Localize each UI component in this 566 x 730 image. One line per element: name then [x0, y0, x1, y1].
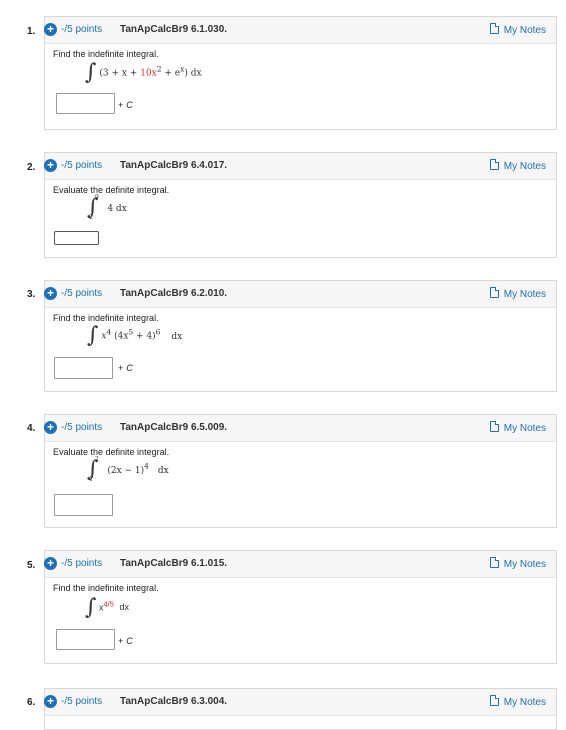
integral-limits: ∫ 9 2 — [87, 194, 99, 221]
integrand-c-exp: 6 — [155, 327, 161, 337]
notes-icon — [489, 23, 499, 34]
my-notes-button[interactable]: My Notes — [489, 695, 546, 708]
upper-limit: 2 — [95, 456, 99, 463]
expand-plus-icon[interactable]: + — [44, 23, 57, 36]
question-prompt: Find the indefinite integral. — [53, 49, 159, 59]
expand-plus-icon[interactable]: + — [44, 287, 57, 300]
points-label: -/5 points — [61, 696, 103, 707]
plus-c-label: + C — [118, 636, 133, 646]
integrand-exp: 4/5 — [103, 599, 114, 609]
answer-input[interactable] — [56, 629, 115, 650]
expand-plus-icon[interactable]: + — [44, 695, 57, 708]
question-number: 4. — [27, 423, 36, 434]
points-label: -/5 points — [61, 160, 103, 171]
answer-input[interactable] — [56, 93, 115, 114]
notes-icon — [489, 159, 499, 170]
question-card: + -/5 points TanApCalcBr9 6.1.015. My No… — [44, 550, 557, 664]
expr-close: ) dx — [184, 68, 202, 79]
question-id: TanApCalcBr9 6.3.004. — [120, 696, 228, 707]
integrand-a-exp: 4 — [144, 461, 149, 471]
my-notes-label: My Notes — [503, 25, 546, 36]
question-header: + -/5 points TanApCalcBr9 6.1.030. My No… — [44, 17, 556, 44]
integrand-c: + 4) — [133, 331, 156, 342]
expr-red: 10x — [140, 68, 157, 79]
integrand-b: (4x — [114, 331, 129, 342]
integral-limits: ∫ 2 1 — [87, 456, 99, 483]
question-card: + -/5 points TanApCalcBr9 6.4.017. My No… — [44, 152, 557, 258]
question-number: 6. — [27, 697, 36, 708]
my-notes-button[interactable]: My Notes — [489, 287, 546, 300]
expand-plus-icon[interactable]: + — [44, 557, 57, 570]
my-notes-button[interactable]: My Notes — [489, 557, 546, 570]
integral-sign-icon: ∫ — [85, 595, 97, 620]
question-prompt: Find the indefinite integral. — [53, 583, 159, 593]
question-header: + -/5 points TanApCalcBr9 6.1.015. My No… — [44, 551, 556, 578]
question-card: + -/5 points TanApCalcBr9 6.3.004. My No… — [44, 688, 557, 730]
my-notes-label: My Notes — [503, 289, 546, 300]
question-number: 5. — [27, 560, 36, 571]
integrand-dx: dx — [157, 465, 169, 476]
expr-open: (3 + x + — [99, 68, 141, 79]
integral-expression: ∫ x4/5 dx — [85, 597, 129, 619]
answer-input[interactable] — [54, 494, 113, 516]
question-header: + -/5 points TanApCalcBr9 6.5.009. My No… — [44, 415, 556, 442]
my-notes-button[interactable]: My Notes — [489, 421, 546, 434]
my-notes-label: My Notes — [503, 161, 546, 172]
notes-icon — [489, 421, 499, 432]
question-prompt: Evaluate the definite integral. — [53, 447, 170, 457]
plus-c-label: + C — [118, 100, 133, 110]
expand-plus-icon[interactable]: + — [44, 421, 57, 434]
integrand-a-exp: 4 — [106, 327, 112, 337]
integrand-dx: dx — [119, 602, 129, 613]
integrand-a: (2x − 1) — [107, 465, 145, 476]
points-label: -/5 points — [61, 558, 103, 569]
points-label: -/5 points — [61, 422, 103, 433]
my-notes-label: My Notes — [503, 559, 546, 570]
question-id: TanApCalcBr9 6.2.010. — [120, 288, 228, 299]
upper-limit: 9 — [95, 194, 99, 201]
question-id: TanApCalcBr9 6.5.009. — [120, 422, 228, 433]
question-card: + -/5 points TanApCalcBr9 6.5.009. My No… — [44, 414, 557, 528]
my-notes-label: My Notes — [503, 697, 546, 708]
my-notes-button[interactable]: My Notes — [489, 23, 546, 36]
notes-icon — [489, 557, 499, 568]
expr-rest: + e — [161, 68, 181, 79]
question-header: + -/5 points TanApCalcBr9 6.4.017. My No… — [44, 153, 556, 180]
question-card: + -/5 points TanApCalcBr9 6.2.010. My No… — [44, 280, 557, 392]
question-header: + -/5 points TanApCalcBr9 6.3.004. My No… — [44, 689, 556, 716]
points-label: -/5 points — [61, 24, 103, 35]
question-prompt: Evaluate the definite integral. — [53, 185, 170, 195]
notes-icon — [489, 287, 499, 298]
integral-sign-icon: ∫ — [87, 323, 99, 348]
question-number: 3. — [27, 289, 36, 300]
notes-icon — [489, 695, 499, 706]
integrand: 4 dx — [107, 203, 127, 214]
expand-plus-icon[interactable]: + — [44, 159, 57, 172]
question-id: TanApCalcBr9 6.4.017. — [120, 160, 228, 171]
question-card: + -/5 points TanApCalcBr9 6.1.030. My No… — [44, 16, 557, 130]
question-prompt: Find the indefinite integral. — [53, 313, 159, 323]
question-header: + -/5 points TanApCalcBr9 6.2.010. My No… — [44, 281, 556, 308]
lower-limit: 1 — [89, 476, 93, 483]
question-id: TanApCalcBr9 6.1.030. — [120, 24, 228, 35]
integral-expression: ∫ (3 + x + 10x2 + ex) dx — [85, 62, 202, 84]
integral-sign-icon: ∫ — [85, 60, 97, 85]
plus-c-label: + C — [118, 363, 133, 373]
definite-integral-expression: ∫ 9 2 4 dx — [87, 194, 127, 221]
answer-input[interactable] — [54, 231, 99, 245]
my-notes-label: My Notes — [503, 423, 546, 434]
integral-expression: ∫ x4 (4x5 + 4)6 dx — [87, 325, 182, 347]
answer-input[interactable] — [54, 357, 113, 379]
points-label: -/5 points — [61, 288, 103, 299]
my-notes-button[interactable]: My Notes — [489, 159, 546, 172]
lower-limit: 2 — [89, 214, 93, 221]
question-number: 2. — [27, 162, 36, 173]
question-number: 1. — [27, 26, 36, 37]
definite-integral-expression: ∫ 2 1 (2x − 1)4 dx — [87, 456, 169, 483]
question-id: TanApCalcBr9 6.1.015. — [120, 558, 228, 569]
integrand-dx: dx — [171, 331, 183, 342]
